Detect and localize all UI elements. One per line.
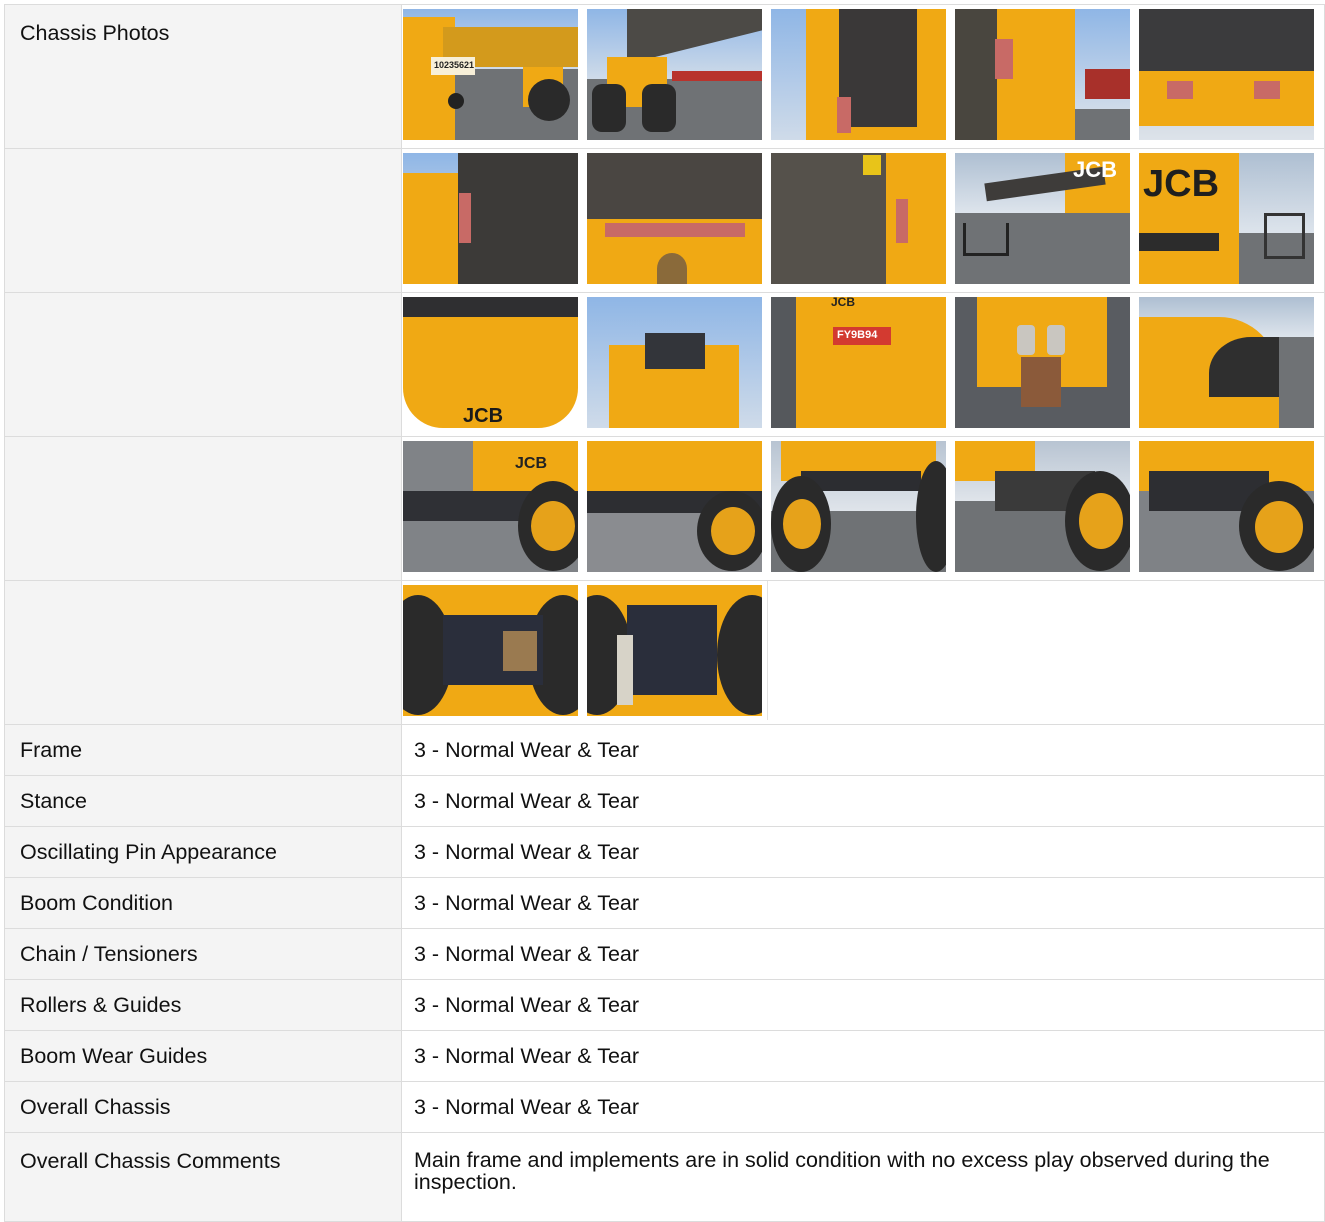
chassis-photo-8[interactable]: [771, 153, 946, 284]
jcb-logo-text-1: JCB: [1073, 157, 1118, 182]
rating-row-stance: Stance 3 - Normal Wear & Tear: [4, 775, 1325, 827]
chassis-photo-9[interactable]: JCB: [955, 153, 1130, 284]
comments-label: Overall Chassis Comments: [4, 1132, 402, 1222]
jcb-logo-text-5: JCB: [515, 455, 548, 472]
rating-row-rollers-guides: Rollers & Guides 3 - Normal Wear & Tear: [4, 979, 1325, 1031]
rating-value: 3 - Normal Wear & Tear: [401, 928, 1325, 980]
chassis-photo-18[interactable]: [771, 441, 946, 572]
chassis-photo-11[interactable]: JCB: [403, 297, 578, 428]
rating-label: Rollers & Guides: [4, 979, 402, 1031]
chassis-photo-10[interactable]: JCB: [1139, 153, 1314, 284]
serial-plate-text: 10235621: [434, 60, 475, 70]
chassis-photo-21[interactable]: [403, 585, 578, 716]
chassis-photo-19[interactable]: [955, 441, 1130, 572]
rating-label: Boom Wear Guides: [4, 1030, 402, 1082]
chassis-photo-16[interactable]: JCB: [403, 441, 578, 572]
chassis-photo-2[interactable]: [587, 9, 762, 140]
rating-row-frame: Frame 3 - Normal Wear & Tear: [4, 724, 1325, 776]
rating-value: 3 - Normal Wear & Tear: [401, 724, 1325, 776]
rating-label: Boom Condition: [4, 877, 402, 929]
rating-label: Overall Chassis: [4, 1081, 402, 1133]
rating-value: 3 - Normal Wear & Tear: [401, 775, 1325, 827]
chassis-photo-6[interactable]: [403, 153, 578, 284]
jcb-logo-text-3: JCB: [463, 405, 504, 427]
rating-row-overall-chassis: Overall Chassis 3 - Normal Wear & Tear: [4, 1081, 1325, 1133]
comments-value: Main frame and implements are in solid c…: [401, 1132, 1325, 1222]
rating-label: Chain / Tensioners: [4, 928, 402, 980]
chassis-photo-20[interactable]: [1139, 441, 1314, 572]
rating-value: 3 - Normal Wear & Tear: [401, 826, 1325, 878]
rating-value: 3 - Normal Wear & Tear: [401, 1081, 1325, 1133]
chassis-photo-4[interactable]: [955, 9, 1130, 140]
reg-plate-text: FY9B94: [837, 329, 878, 341]
chassis-photos-label: Chassis Photos: [4, 4, 402, 149]
chassis-photo-12[interactable]: [587, 297, 762, 428]
chassis-photo-1[interactable]: 10235621: [403, 9, 578, 140]
chassis-photo-22[interactable]: [587, 585, 762, 716]
rating-value: 3 - Normal Wear & Tear: [401, 979, 1325, 1031]
chassis-photo-3[interactable]: [771, 9, 946, 140]
comments-row: Overall Chassis Comments Main frame and …: [4, 1132, 1325, 1222]
photo-row-5: [4, 580, 1325, 725]
rating-row-boom-condition: Boom Condition 3 - Normal Wear & Tear: [4, 877, 1325, 929]
chassis-photo-14[interactable]: [955, 297, 1130, 428]
chassis-photo-13[interactable]: FY9B94 JCB: [771, 297, 946, 428]
rating-row-oscillating-pin: Oscillating Pin Appearance 3 - Normal We…: [4, 826, 1325, 878]
chassis-report-table: Chassis Photos 10235621 JCB JCB JCB FY9B…: [4, 4, 1325, 1222]
rating-label: Frame: [4, 724, 402, 776]
photo-row-1: Chassis Photos 10235621: [4, 4, 1325, 149]
photo-row-3: JCB FY9B94 JCB: [4, 292, 1325, 437]
photo-row-4: JCB: [4, 436, 1325, 581]
photo-row-2: JCB JCB: [4, 148, 1325, 293]
rating-row-chain-tensioners: Chain / Tensioners 3 - Normal Wear & Tea…: [4, 928, 1325, 980]
chassis-photo-5[interactable]: [1139, 9, 1314, 140]
chassis-photo-15[interactable]: [1139, 297, 1314, 428]
rating-label: Oscillating Pin Appearance: [4, 826, 402, 878]
rating-row-boom-wear-guides: Boom Wear Guides 3 - Normal Wear & Tear: [4, 1030, 1325, 1082]
rating-value: 3 - Normal Wear & Tear: [401, 877, 1325, 929]
rating-label: Stance: [4, 775, 402, 827]
chassis-photo-17[interactable]: [587, 441, 762, 572]
jcb-logo-text-2: JCB: [1143, 163, 1220, 205]
chassis-photo-7[interactable]: [587, 153, 762, 284]
rating-value: 3 - Normal Wear & Tear: [401, 1030, 1325, 1082]
jcb-logo-text-4: JCB: [831, 297, 856, 309]
